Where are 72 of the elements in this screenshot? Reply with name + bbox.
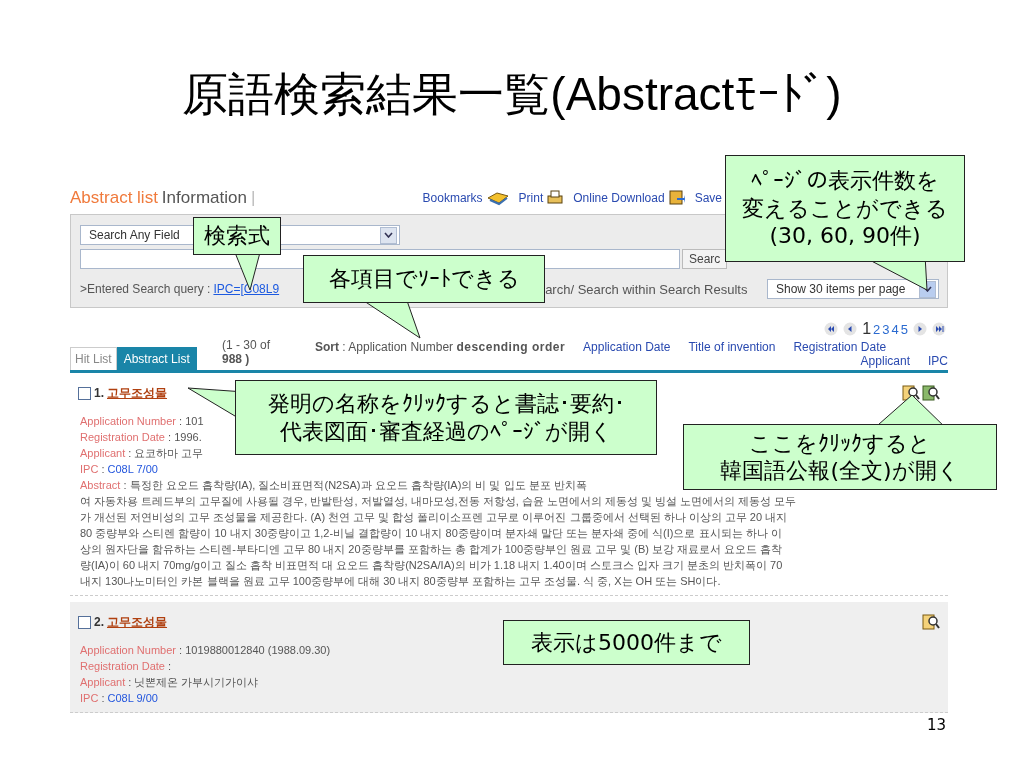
search-option-text: arch/ Search within Search Results <box>545 281 748 297</box>
callout: 表示は5000件まで <box>503 620 750 665</box>
abstract-text: 내지 130나노미터인 카본 블랙을 원료 고무 100중량부에 대해 30 내지 80중량부 포함하는 고무 조성물. 식 중, X는 OH 또는 SH이다. <box>80 575 721 587</box>
current-page: 1 <box>862 320 872 338</box>
last-page-button[interactable] <box>932 322 946 336</box>
field-label: Abstract <box>80 479 121 491</box>
abstract-text: 80 중량부와 스티렌 함량이 10 내지 30중량이고 1,2-비닐 결합량이 10 내지 80중량이며 분자쇄 말단 또는 분자쇄 중에 식(I)으로 표시되는 하나 이 <box>80 527 782 539</box>
sort-label: Sort : Application Number descending order <box>315 340 566 354</box>
toolbar-link[interactable]: Bookmarks <box>422 191 483 205</box>
item-number: 1. <box>94 386 104 400</box>
tab[interactable]: Hit List <box>70 347 117 370</box>
items-per-page-dropdown[interactable]: Show 30 items per page <box>767 279 939 299</box>
abstract-text: : 특정한 요오드 흡착량(IA), 질소비표면적(N2SA)과 요오드 흡착량(IA)의 비 및 입도 분포 반치폭 <box>122 479 587 491</box>
download-icon[interactable] <box>668 190 685 206</box>
ipc-code-link[interactable]: C08L 7/00 <box>107 463 158 475</box>
field-label: Registration Date <box>80 660 165 672</box>
ipc-code-link[interactable]: C08L 9/00 <box>107 692 158 704</box>
previous-page-button[interactable] <box>843 322 858 336</box>
toolbar-link[interactable]: Save <box>694 191 722 205</box>
field-label: Applicant <box>80 447 126 459</box>
result-total: 988 ) <box>222 352 251 366</box>
search-button[interactable]: Searc <box>682 249 728 269</box>
page-link[interactable]: 4 <box>891 321 899 337</box>
toolbar-link[interactable]: Online Download <box>573 191 665 205</box>
field-label: IPC <box>80 463 99 475</box>
document-search-icon[interactable] <box>922 613 940 631</box>
field-value: : <box>167 660 172 672</box>
abstract-text: 가 개선된 저연비성의 고무 조성물을 제공한다. (A) 천연 고무 및 합성 폴리이소프렌 고무로 이루어진 그룹중에서 선택된 하나 이상의 고무 20 내지 <box>80 511 788 523</box>
sort-option[interactable]: Application Date <box>583 340 671 354</box>
page-link[interactable]: 3 <box>882 321 890 337</box>
toolbar-link[interactable]: Print <box>518 191 544 205</box>
field-value: : 1996. <box>167 431 202 443</box>
field-value: : 요코하마 고무 <box>127 447 204 459</box>
title-separator: | <box>250 188 256 208</box>
slide-title: 原語検索結果一覧(Abstractﾓｰﾄﾞ) <box>181 67 843 122</box>
sort-option[interactable]: Applicant <box>860 354 910 368</box>
result-range: (1 - 30 of <box>222 338 271 352</box>
query-link[interactable]: IPC=[C08L9 <box>213 282 280 296</box>
invention-title-link[interactable]: 고무조성물 <box>107 613 167 631</box>
field-label: Application Number <box>80 415 176 427</box>
sort-option[interactable]: IPC <box>928 354 948 368</box>
query-label: >Entered Search query : <box>80 282 211 296</box>
next-page-button[interactable] <box>913 322 927 336</box>
page-link[interactable]: 2 <box>873 321 881 337</box>
abstract-text: 량(IA)이 60 내지 70mg/g이고 질소 흡착 비표면적 대 요오드 흡착량(N2SA/IA)의 비가 1.18 내지 1.40이며 스토크스 입자 크기 분초의 반치폭이 70 <box>80 559 783 571</box>
field-label: Applicant <box>80 676 126 688</box>
invention-title-link[interactable]: 고무조성물 <box>107 384 167 402</box>
page-title: Abstract list <box>70 188 158 208</box>
field-value: : <box>100 463 106 475</box>
abstract-text: 상의 원자단을 함유하는 스티렌-부타디엔 고무 80 내지 20중량부를 포함하는 총 합계가 100중량부인 원료 고무 및 (B) 보강 재료로서 요오드 흡착 <box>80 543 783 555</box>
callout: 発明の名称をｸﾘｯｸすると書誌･要約･ 代表図面･審査経過のﾍﾟｰｼﾞが開く <box>235 380 657 455</box>
sort-option[interactable]: Registration Date <box>793 340 887 354</box>
item-number: 2. <box>94 615 104 629</box>
book-icon[interactable] <box>486 190 509 206</box>
field-value: : <box>100 692 106 704</box>
field-value: : 101 <box>178 415 204 427</box>
field-label: IPC <box>80 692 99 704</box>
sort-option[interactable]: Title of invention <box>688 340 776 354</box>
checkbox[interactable] <box>78 615 91 629</box>
image-search-icon[interactable] <box>922 384 940 402</box>
field-label: Registration Date <box>80 431 165 443</box>
checkbox[interactable] <box>78 386 91 400</box>
first-page-button[interactable] <box>824 322 839 336</box>
page-link[interactable]: 5 <box>900 321 908 337</box>
tab[interactable]: Abstract List <box>116 347 197 370</box>
field-label: Application Number <box>80 644 176 656</box>
field-value: : 닛뽄제온 가부시기가이샤 <box>127 676 259 688</box>
field-value: : 1019880012840 (1988.09.30) <box>178 644 331 656</box>
printer-icon[interactable] <box>547 190 564 206</box>
page-number: 13 <box>926 716 946 734</box>
page-subtitle: Information <box>161 188 247 208</box>
abstract-text: 여 자동차용 트레드부의 고무질에 사용될 경우, 반발탄성, 저발열성, 내마모성,전동 저항성, 습윤 노면에서의 제동성 및 빙설 노면에서의 제동성 모두 <box>80 495 797 507</box>
